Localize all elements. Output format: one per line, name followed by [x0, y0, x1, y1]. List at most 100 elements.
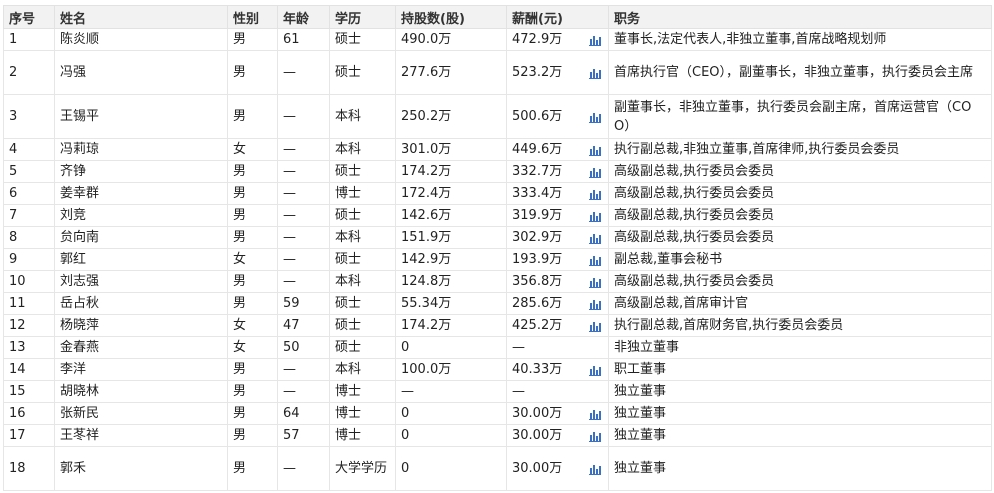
cell-name: 王锡平 [54, 94, 228, 139]
table-row: 1 陈炎顺 男 61 硕士 490.0万 472.9万 董事长,法定代表人,非独… [3, 28, 992, 51]
table-row: 13 金春燕 女 50 硕士 0 — 非独立董事 [3, 336, 992, 359]
cell-education: 博士 [329, 182, 396, 205]
bar-chart-icon[interactable] [589, 67, 601, 79]
header-duty: 职务 [608, 5, 992, 29]
cell-age: — [277, 446, 330, 491]
header-name: 姓名 [54, 5, 228, 29]
cell-education: 硕士 [329, 160, 396, 183]
cell-age: — [277, 94, 330, 139]
bar-chart-icon[interactable] [589, 408, 601, 420]
table-row: 3 王锡平 男 — 本科 250.2万 500.6万 副董事长，非独立董事，执行… [3, 94, 992, 139]
cell-age: — [277, 358, 330, 381]
cell-shares: 0 [395, 402, 507, 425]
cell-age: — [277, 380, 330, 403]
cell-education: 硕士 [329, 28, 396, 51]
cell-salary: 302.9万 [506, 226, 609, 249]
salary-value: 425.2万 [512, 318, 563, 333]
cell-gender: 男 [227, 358, 278, 381]
bar-chart-icon[interactable] [589, 232, 601, 244]
cell-salary: 30.00万 [506, 424, 609, 447]
cell-age: — [277, 248, 330, 271]
bar-chart-icon[interactable] [589, 144, 601, 156]
cell-name: 齐铮 [54, 160, 228, 183]
bar-chart-icon[interactable] [589, 111, 601, 123]
salary-value: 472.9万 [512, 32, 563, 47]
cell-gender: 男 [227, 28, 278, 51]
bar-chart-icon[interactable] [589, 210, 601, 222]
salary-value: 40.33万 [512, 362, 563, 377]
salary-value: 30.00万 [512, 461, 563, 476]
cell-salary: 523.2万 [506, 50, 609, 95]
cell-shares: 174.2万 [395, 314, 507, 337]
bar-chart-icon[interactable] [589, 188, 601, 200]
salary-value: 500.6万 [512, 109, 563, 124]
cell-no: 12 [3, 314, 55, 337]
bar-chart-icon[interactable] [589, 320, 601, 332]
bar-chart-icon[interactable] [589, 364, 601, 376]
cell-gender: 男 [227, 270, 278, 293]
table-row: 12 杨晓萍 女 47 硕士 174.2万 425.2万 执行副总裁,首席财务官… [3, 314, 992, 337]
cell-name: 张新民 [54, 402, 228, 425]
cell-name: 李洋 [54, 358, 228, 381]
cell-no: 9 [3, 248, 55, 271]
bar-chart-icon[interactable] [589, 166, 601, 178]
table-body: 1 陈炎顺 男 61 硕士 490.0万 472.9万 董事长,法定代表人,非独… [3, 28, 992, 491]
cell-shares: 0 [395, 336, 507, 359]
cell-no: 1 [3, 28, 55, 51]
cell-name: 贠向南 [54, 226, 228, 249]
cell-salary: 30.00万 [506, 446, 609, 491]
table-row: 4 冯莉琼 女 — 本科 301.0万 449.6万 执行副总裁,非独立董事,首… [3, 138, 992, 161]
cell-gender: 男 [227, 182, 278, 205]
salary-value: 332.7万 [512, 164, 563, 179]
bar-chart-icon[interactable] [589, 298, 601, 310]
bar-chart-icon[interactable] [589, 254, 601, 266]
cell-shares: 142.9万 [395, 248, 507, 271]
header-shares: 持股数(股) [395, 5, 507, 29]
cell-no: 7 [3, 204, 55, 227]
cell-shares: 174.2万 [395, 160, 507, 183]
cell-shares: — [395, 380, 507, 403]
header-gender: 性别 [227, 5, 278, 29]
cell-no: 10 [3, 270, 55, 293]
cell-salary: 500.6万 [506, 94, 609, 139]
cell-education: 硕士 [329, 314, 396, 337]
cell-duty: 职工董事 [608, 358, 992, 381]
cell-name: 杨晓萍 [54, 314, 228, 337]
bar-chart-icon[interactable] [589, 276, 601, 288]
cell-no: 6 [3, 182, 55, 205]
table-row: 6 姜幸群 男 — 博士 172.4万 333.4万 高级副总裁,执行委员会委员 [3, 182, 992, 205]
cell-age: — [277, 50, 330, 95]
cell-no: 17 [3, 424, 55, 447]
cell-no: 3 [3, 94, 55, 139]
cell-salary: 472.9万 [506, 28, 609, 51]
cell-name: 姜幸群 [54, 182, 228, 205]
cell-name: 王苳祥 [54, 424, 228, 447]
cell-name: 郭禾 [54, 446, 228, 491]
cell-education: 硕士 [329, 248, 396, 271]
cell-duty: 执行副总裁,非独立董事,首席律师,执行委员会委员 [608, 138, 992, 161]
cell-gender: 男 [227, 226, 278, 249]
bar-chart-icon[interactable] [589, 463, 601, 475]
cell-age: — [277, 182, 330, 205]
cell-no: 15 [3, 380, 55, 403]
cell-age: 47 [277, 314, 330, 337]
cell-shares: 490.0万 [395, 28, 507, 51]
cell-shares: 250.2万 [395, 94, 507, 139]
bar-chart-icon[interactable] [589, 430, 601, 442]
cell-no: 16 [3, 402, 55, 425]
salary-value: 30.00万 [512, 428, 563, 443]
cell-education: 硕士 [329, 292, 396, 315]
salary-value: — [512, 384, 525, 399]
salary-value: 30.00万 [512, 406, 563, 421]
salary-value: 523.2万 [512, 65, 563, 80]
cell-age: — [277, 226, 330, 249]
cell-shares: 301.0万 [395, 138, 507, 161]
cell-no: 2 [3, 50, 55, 95]
cell-gender: 女 [227, 336, 278, 359]
cell-gender: 男 [227, 204, 278, 227]
cell-salary: 285.6万 [506, 292, 609, 315]
cell-gender: 男 [227, 160, 278, 183]
cell-education: 博士 [329, 380, 396, 403]
cell-shares: 142.6万 [395, 204, 507, 227]
bar-chart-icon[interactable] [589, 34, 601, 46]
